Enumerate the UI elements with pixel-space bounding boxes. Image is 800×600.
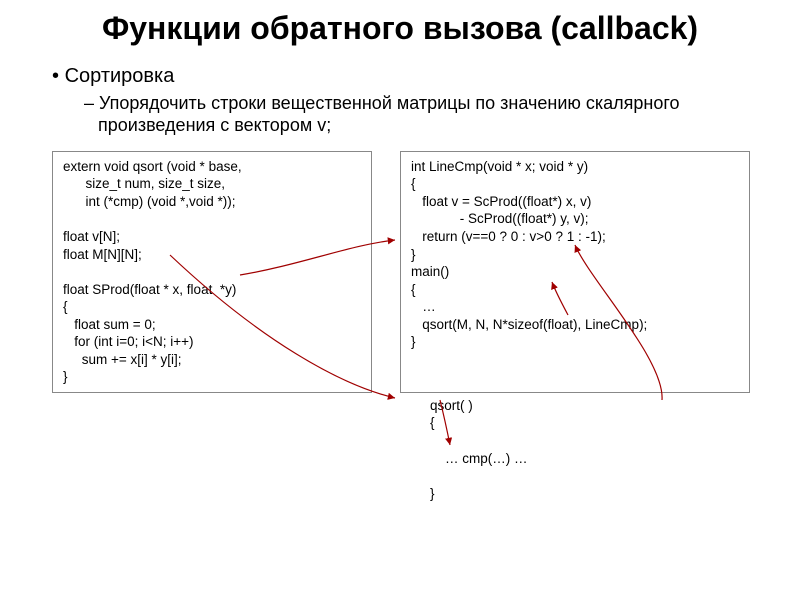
- code-boxes: extern void qsort (void * base, size_t n…: [52, 151, 770, 393]
- bullet-sub: Упорядочить строки вещественной матрицы …: [84, 92, 770, 137]
- code-left: extern void qsort (void * base, size_t n…: [52, 151, 372, 393]
- code-right: int LineCmp(void * x; void * y) { float …: [400, 151, 750, 393]
- slide-title: Функции обратного вызова (callback): [30, 10, 770, 47]
- bullet-section: Сортировка Упорядочить строки вещественн…: [52, 65, 770, 137]
- bullet-main: Сортировка: [52, 65, 770, 88]
- slide: Функции обратного вызова (callback) Сорт…: [0, 0, 800, 600]
- code-tail: qsort( ) { … cmp(…) … }: [430, 397, 770, 502]
